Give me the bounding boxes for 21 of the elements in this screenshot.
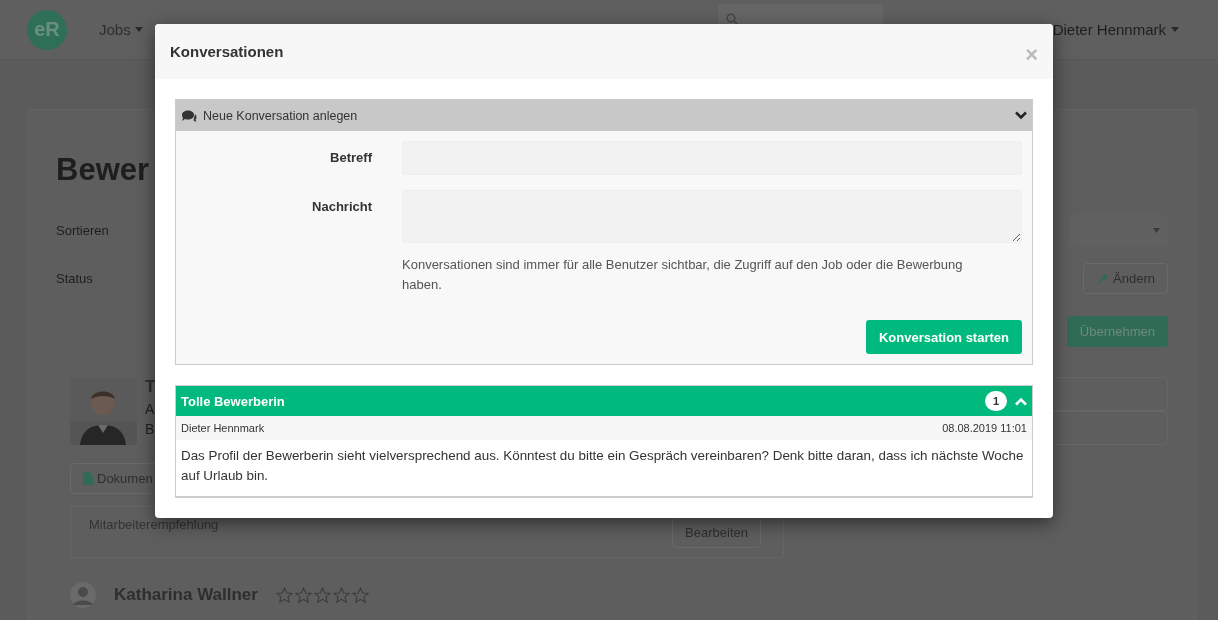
message-author: Dieter Hennmark — [181, 422, 265, 434]
logo[interactable]: eR — [27, 9, 67, 50]
conversation-subject: Tolle Bewerberin — [181, 393, 285, 409]
hint-text: Konversationen sind immer für alle Benutzer sichtbar, die Zugriff auf den Job oder die Bewerbung haben. — [402, 256, 964, 294]
page-title: Bewer — [56, 152, 150, 188]
conversation-header[interactable]: Tolle Bewerberin 1 — [176, 386, 1032, 416]
apply-button[interactable]: Übernehmen — [1066, 316, 1168, 347]
message-time: 08.08.2019 11:01 — [942, 422, 1027, 434]
field-label: Nachricht — [311, 198, 372, 216]
sort-label: Sortieren — [56, 222, 109, 238]
count-badge: 1 — [985, 391, 1007, 411]
status-label: Status — [56, 270, 93, 286]
dialog-title: Konversationen — [170, 43, 284, 60]
candidate-detail: A — [145, 401, 156, 417]
start-conversation-button[interactable]: Konversation starten — [865, 320, 1022, 354]
new-conversation-header[interactable]: Neue Konversation anlegen — [176, 100, 1032, 131]
close-button[interactable]: × — [1025, 43, 1038, 66]
field-label: Betreff — [329, 149, 372, 167]
panel-title: Neue Konversation anlegen — [203, 108, 358, 123]
candidate-detail: B — [145, 421, 156, 437]
user-menu[interactable]: Dieter Hennmark — [1052, 21, 1166, 38]
